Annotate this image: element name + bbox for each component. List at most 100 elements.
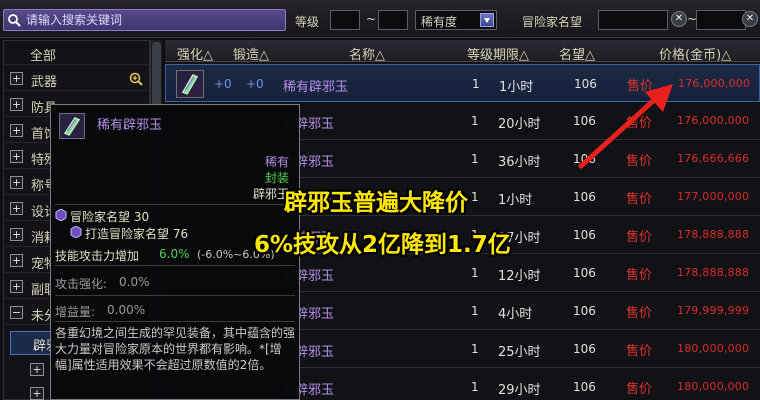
item-price: 178,888,888 <box>677 228 750 241</box>
tooltip-divider <box>55 204 295 205</box>
sell-price-label: 售价 <box>626 268 653 283</box>
sell-price-label: 售价 <box>626 382 653 397</box>
item-price: 177,000,000 <box>677 190 750 203</box>
item-price: 178,888,888 <box>677 266 750 279</box>
level-min-input[interactable] <box>330 10 360 30</box>
category-all[interactable]: 全部 <box>4 41 149 65</box>
item-quantity: 1 <box>471 380 479 394</box>
item-fame: 106 <box>573 380 596 394</box>
tooltip-description: 各重幻境之间生成的罕见装备，其中蕴含的强大力量对冒险家原本的世界都有影响。*[增… <box>55 326 296 372</box>
column-level-limit[interactable]: 等级期限△ <box>467 44 529 63</box>
fame-min-input[interactable] <box>598 10 668 30</box>
table-header: 强化△ 锻造△ 名称△ 等级期限△ 名望△ 价格(金币)△ <box>165 40 760 63</box>
search-input[interactable] <box>26 12 282 28</box>
level-label: 等级 <box>295 15 320 29</box>
item-fame: 106 <box>573 342 596 356</box>
fame-icon <box>55 209 67 221</box>
item-time-limit: 25小时 <box>498 345 541 360</box>
column-forge[interactable]: 锻造△ <box>233 44 269 63</box>
tooltip-rarity: 稀有 <box>264 155 289 169</box>
search-bar: 等级 ~ 稀有度 冒险家名望 ✕ ~ ✕ <box>0 0 760 38</box>
tooltip-forge-fame: 打造冒险家名望 76 <box>85 227 189 241</box>
item-price: 180,000,000 <box>677 342 750 355</box>
tooltip-gain-value: 0.00% <box>107 303 146 317</box>
sell-price-label: 售价 <box>626 306 653 321</box>
collapse-icon[interactable]: − <box>10 306 23 319</box>
zoom-in-icon[interactable] <box>129 72 143 86</box>
item-fame: 106 <box>573 304 596 318</box>
forge-value: +0 <box>246 77 264 91</box>
jade-item-icon[interactable] <box>176 70 204 98</box>
expand-icon[interactable]: + <box>10 150 23 163</box>
sell-price-label: 售价 <box>626 344 653 359</box>
tooltip-skill-label: 技能攻击力增加 <box>55 249 140 263</box>
tooltip-fame: 冒险家名望 30 <box>70 210 150 224</box>
expand-icon[interactable]: + <box>10 202 23 215</box>
tooltip-divider <box>55 265 295 266</box>
item-price: 176,000,000 <box>678 77 751 90</box>
expand-icon[interactable]: + <box>10 280 23 293</box>
category-all-label: 全部 <box>30 49 57 64</box>
search-icon <box>8 14 21 27</box>
tooltip-attack-label: 攻击强化: <box>55 277 108 291</box>
enhance-value: +0 <box>214 77 232 91</box>
item-time-limit: 4小时 <box>498 307 533 322</box>
item-quantity: 1 <box>471 190 479 204</box>
jade-item-icon <box>59 113 85 139</box>
item-time-limit: 12小时 <box>498 269 541 284</box>
fame-max-clear-icon[interactable]: ✕ <box>742 11 758 27</box>
expand-icon[interactable]: + <box>10 98 23 111</box>
tooltip-gain-label: 增益量: <box>55 305 96 319</box>
item-quantity: 1 <box>471 266 479 280</box>
item-quantity: 1 <box>472 77 480 91</box>
category-label: 武器 <box>31 75 58 90</box>
item-time-limit: 36小时 <box>498 155 541 170</box>
item-time-limit: 20小时 <box>498 117 541 132</box>
item-time-limit: 1小时 <box>498 193 533 208</box>
search-box[interactable] <box>3 9 286 31</box>
item-fame: 106 <box>573 190 596 204</box>
annotation-subheadline: 6%技攻从2亿降到1.7亿 <box>254 232 511 258</box>
item-price: 180,000,000 <box>677 380 750 393</box>
column-name[interactable]: 名称△ <box>349 44 385 63</box>
level-max-input[interactable] <box>378 10 408 30</box>
expand-icon[interactable]: + <box>10 254 23 267</box>
expand-icon[interactable]: + <box>10 176 23 189</box>
rarity-select[interactable]: 稀有度 <box>415 10 497 30</box>
fame-max-input[interactable] <box>696 10 746 30</box>
level-range-separator: ~ <box>366 12 377 26</box>
tooltip-divider <box>55 295 295 296</box>
item-time-limit: 1小时 <box>499 80 534 95</box>
expand-icon[interactable]: + <box>30 363 44 376</box>
expand-icon[interactable]: + <box>10 228 23 241</box>
column-fame[interactable]: 名望△ <box>559 44 595 63</box>
forge-fame-icon <box>70 226 82 238</box>
item-name[interactable]: 稀有辟邪玉 <box>283 76 348 95</box>
column-price[interactable]: 价格(金币)△ <box>659 44 731 63</box>
annotation-headline: 辟邪玉普遍大降价 <box>284 190 468 216</box>
fame-label: 冒险家名望 <box>522 15 583 29</box>
item-price: 176,666,666 <box>677 152 750 165</box>
item-quantity: 1 <box>471 152 479 166</box>
tooltip-title: 稀有辟邪玉 <box>97 118 163 133</box>
item-fame: 106 <box>573 228 596 242</box>
fame-min-clear-icon[interactable]: ✕ <box>671 11 687 27</box>
sell-price-label: 售价 <box>626 192 653 207</box>
sell-price-label: 售价 <box>626 230 653 245</box>
item-quantity: 1 <box>471 342 479 356</box>
item-time-limit: 29小时 <box>498 383 541 398</box>
chevron-down-icon[interactable] <box>480 13 494 27</box>
tooltip-skill-value: 6.0% <box>159 247 190 261</box>
expand-icon[interactable]: + <box>10 124 23 137</box>
item-price: 176,000,000 <box>677 114 750 127</box>
item-fame: 106 <box>573 266 596 280</box>
expand-icon[interactable]: + <box>30 387 44 400</box>
expand-icon[interactable]: + <box>10 72 23 85</box>
category-weapon[interactable]: + 武器 <box>4 67 149 91</box>
column-enhance[interactable]: 强化△ <box>177 44 213 63</box>
item-price: 179,999,999 <box>677 304 750 317</box>
item-quantity: 1 <box>471 114 479 128</box>
item-quantity: 1 <box>471 304 479 318</box>
tooltip-attack-value: 0.0% <box>119 275 150 289</box>
tooltip-divider <box>55 321 295 322</box>
